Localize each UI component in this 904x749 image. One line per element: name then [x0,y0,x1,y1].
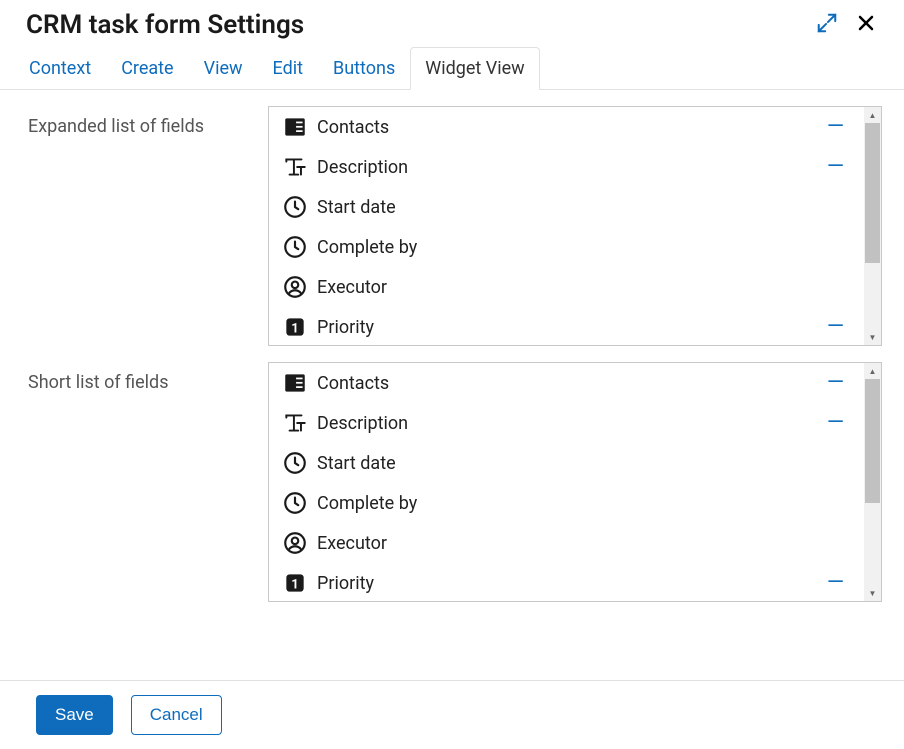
save-button[interactable]: Save [36,695,113,735]
field-label: Executor [317,533,852,554]
field-label: Start date [317,453,852,474]
field-label: Description [317,413,819,434]
clock-icon [281,489,309,517]
field-row[interactable]: Start date [269,187,864,227]
section-label-expanded: Expanded list of fields [28,106,268,137]
scroll-thumb[interactable] [865,123,880,263]
remove-field-icon[interactable]: — [819,372,852,394]
field-label: Start date [317,197,852,218]
svg-text:1: 1 [291,577,298,592]
field-row[interactable]: Complete by [269,483,864,523]
person-icon [281,273,309,301]
field-row[interactable]: Executor [269,523,864,563]
tab-bar: ContextCreateViewEditButtonsWidget View [0,46,904,90]
settings-content: Expanded list of fields Contacts—Descrip… [0,90,904,602]
scroll-arrow-down-icon[interactable]: ▼ [864,585,881,601]
scroll-arrow-down-icon[interactable]: ▼ [864,329,881,345]
scrollbar[interactable]: ▲ ▼ [864,363,881,601]
field-row[interactable]: 1 Priority— [269,307,864,345]
section-label-short: Short list of fields [28,362,268,393]
header-actions [816,11,878,39]
scroll-arrow-up-icon[interactable]: ▲ [864,107,881,123]
field-label: Priority [317,573,819,594]
priority-icon: 1 [281,569,309,597]
tab-buttons[interactable]: Buttons [318,47,410,90]
expand-icon[interactable] [816,12,838,38]
close-icon[interactable] [854,11,878,39]
field-label: Contacts [317,373,819,394]
short-field-list: Contacts—Description—Start dateComplete … [268,362,882,602]
tab-edit[interactable]: Edit [258,47,318,90]
scrollbar[interactable]: ▲ ▼ [864,107,881,345]
person-icon [281,529,309,557]
dialog-header: CRM task form Settings [0,0,904,46]
field-label: Complete by [317,237,852,258]
field-list-body: Contacts—Description—Start dateComplete … [269,107,864,345]
text-icon [281,153,309,181]
clock-icon [281,233,309,261]
scroll-arrow-up-icon[interactable]: ▲ [864,363,881,379]
remove-field-icon[interactable]: — [819,156,852,178]
priority-icon: 1 [281,313,309,341]
svg-text:1: 1 [291,321,298,336]
dialog-footer: Save Cancel [0,680,904,749]
field-row[interactable]: Description— [269,403,864,443]
contacts-icon [281,113,309,141]
tab-widget[interactable]: Widget View [410,47,539,90]
field-row[interactable]: Contacts— [269,107,864,147]
remove-field-icon[interactable]: — [819,316,852,338]
field-row[interactable]: Contacts— [269,363,864,403]
text-icon [281,409,309,437]
remove-field-icon[interactable]: — [819,572,852,594]
field-row[interactable]: Executor [269,267,864,307]
field-label: Contacts [317,117,819,138]
field-row[interactable]: Start date [269,443,864,483]
field-row[interactable]: Description— [269,147,864,187]
section-short-fields: Short list of fields Contacts—Descriptio… [28,362,882,602]
expanded-field-list: Contacts—Description—Start dateComplete … [268,106,882,346]
tab-view[interactable]: View [189,47,258,90]
field-label: Description [317,157,819,178]
remove-field-icon[interactable]: — [819,412,852,434]
scroll-thumb[interactable] [865,379,880,503]
field-list-body: Contacts—Description—Start dateComplete … [269,363,864,601]
clock-icon [281,193,309,221]
field-row[interactable]: 1 Priority— [269,563,864,601]
field-label: Priority [317,317,819,338]
clock-icon [281,449,309,477]
contacts-icon [281,369,309,397]
field-label: Executor [317,277,852,298]
field-label: Complete by [317,493,852,514]
field-row[interactable]: Complete by [269,227,864,267]
tab-create[interactable]: Create [106,47,188,90]
dialog-title: CRM task form Settings [26,10,304,40]
tab-context[interactable]: Context [14,47,106,90]
cancel-button[interactable]: Cancel [131,695,222,735]
scroll-track-area[interactable] [864,379,881,585]
section-expanded-fields: Expanded list of fields Contacts—Descrip… [28,106,882,346]
scroll-track-area[interactable] [864,123,881,329]
remove-field-icon[interactable]: — [819,116,852,138]
